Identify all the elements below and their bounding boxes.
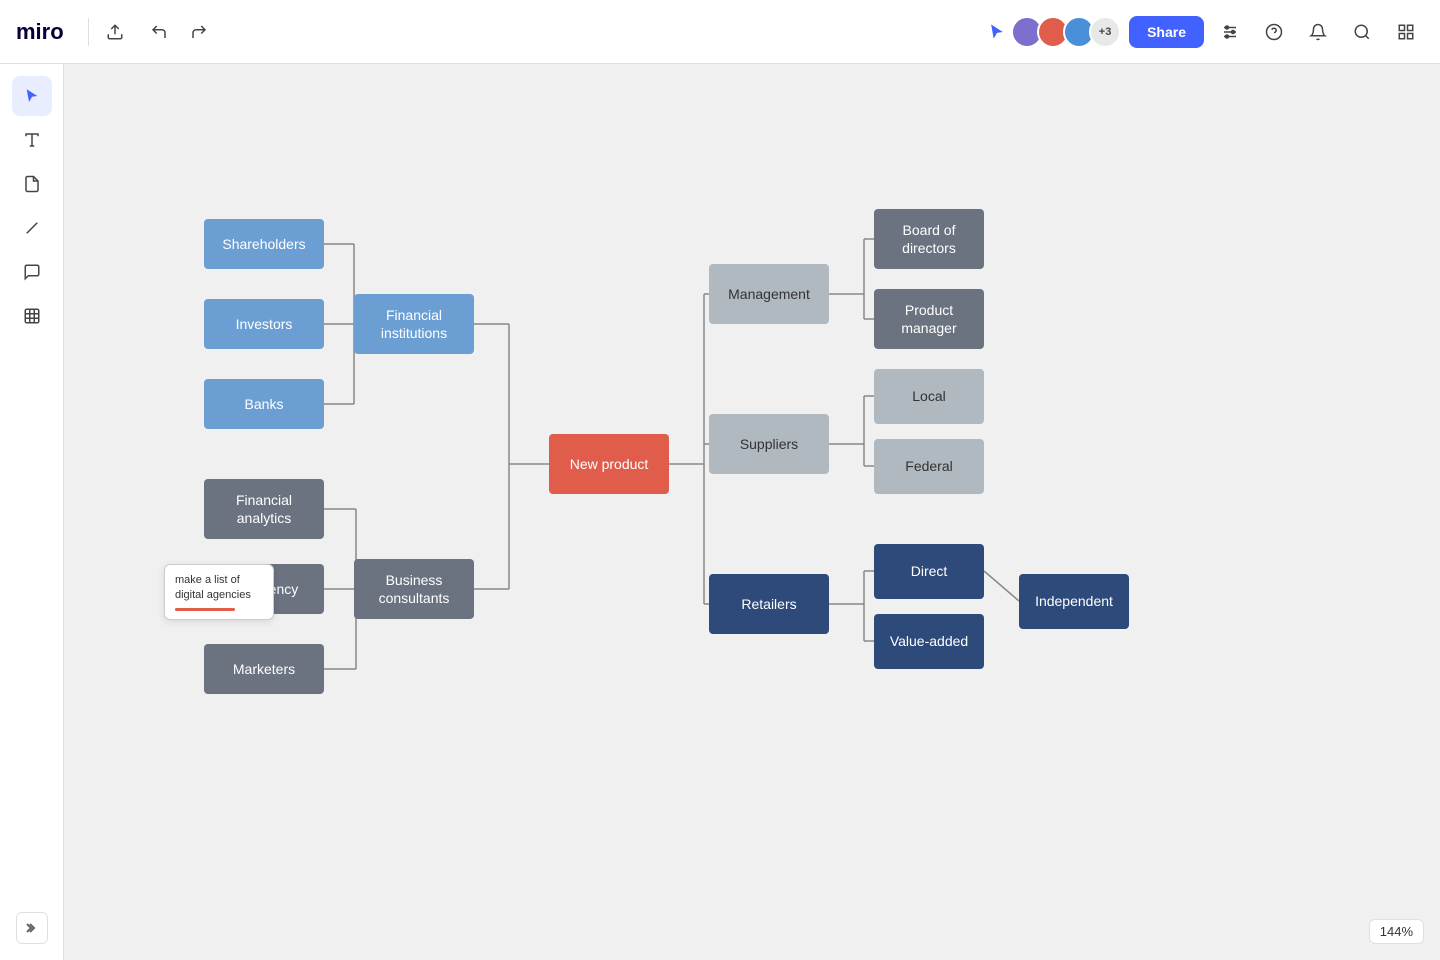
tool-line[interactable] xyxy=(12,208,52,248)
node-financial-institutions[interactable]: Financial institutions xyxy=(354,294,474,354)
node-investors[interactable]: Investors xyxy=(204,299,324,349)
search-button[interactable] xyxy=(1344,14,1380,50)
node-retailers[interactable]: Retailers xyxy=(709,574,829,634)
node-independent[interactable]: Independent xyxy=(1019,574,1129,629)
tool-text[interactable] xyxy=(12,120,52,160)
node-product-manager[interactable]: Product manager xyxy=(874,289,984,349)
share-button[interactable]: Share xyxy=(1129,16,1204,48)
tool-sticky[interactable] xyxy=(12,164,52,204)
node-federal[interactable]: Federal xyxy=(874,439,984,494)
help-button[interactable] xyxy=(1256,14,1292,50)
node-board-of-directors[interactable]: Board of directors xyxy=(874,209,984,269)
tool-select[interactable] xyxy=(12,76,52,116)
tool-comment[interactable] xyxy=(12,252,52,292)
upload-button[interactable] xyxy=(97,14,133,50)
node-value-added[interactable]: Value-added xyxy=(874,614,984,669)
node-new-product[interactable]: New product xyxy=(549,434,669,494)
node-banks[interactable]: Banks xyxy=(204,379,324,429)
avatar-more[interactable]: +3 xyxy=(1089,16,1121,48)
collapse-sidebar-area xyxy=(0,912,64,944)
connector-lines xyxy=(164,144,1344,924)
node-local[interactable]: Local xyxy=(874,369,984,424)
node-financial-analytics[interactable]: Financial analytics xyxy=(204,479,324,539)
collapse-button[interactable] xyxy=(16,912,48,944)
logo[interactable]: miro xyxy=(16,19,64,45)
canvas[interactable]: Shareholders Investors Banks Financial i… xyxy=(64,64,1440,960)
notifications-button[interactable] xyxy=(1300,14,1336,50)
node-business-consultants[interactable]: Business consultants xyxy=(354,559,474,619)
settings-button[interactable] xyxy=(1212,14,1248,50)
node-management[interactable]: Management xyxy=(709,264,829,324)
tool-frame[interactable] xyxy=(12,296,52,336)
header: miro +3 Share xyxy=(0,0,1440,64)
node-shareholders[interactable]: Shareholders xyxy=(204,219,324,269)
ai-tooltip: make a list of digital agencies xyxy=(164,564,274,620)
redo-button[interactable] xyxy=(181,14,217,50)
node-marketers[interactable]: Marketers xyxy=(204,644,324,694)
ai-tooltip-underline xyxy=(175,608,235,611)
node-direct[interactable]: Direct xyxy=(874,544,984,599)
diagram: Shareholders Investors Banks Financial i… xyxy=(164,144,1344,924)
header-right: +3 Share xyxy=(981,14,1424,50)
avatar-group: +3 xyxy=(981,16,1121,48)
header-divider xyxy=(88,18,89,46)
sidebar xyxy=(0,64,64,960)
cursor-icon xyxy=(981,16,1013,48)
zoom-indicator: 144% xyxy=(1369,919,1424,944)
undo-button[interactable] xyxy=(141,14,177,50)
node-suppliers[interactable]: Suppliers xyxy=(709,414,829,474)
menu-button[interactable] xyxy=(1388,14,1424,50)
